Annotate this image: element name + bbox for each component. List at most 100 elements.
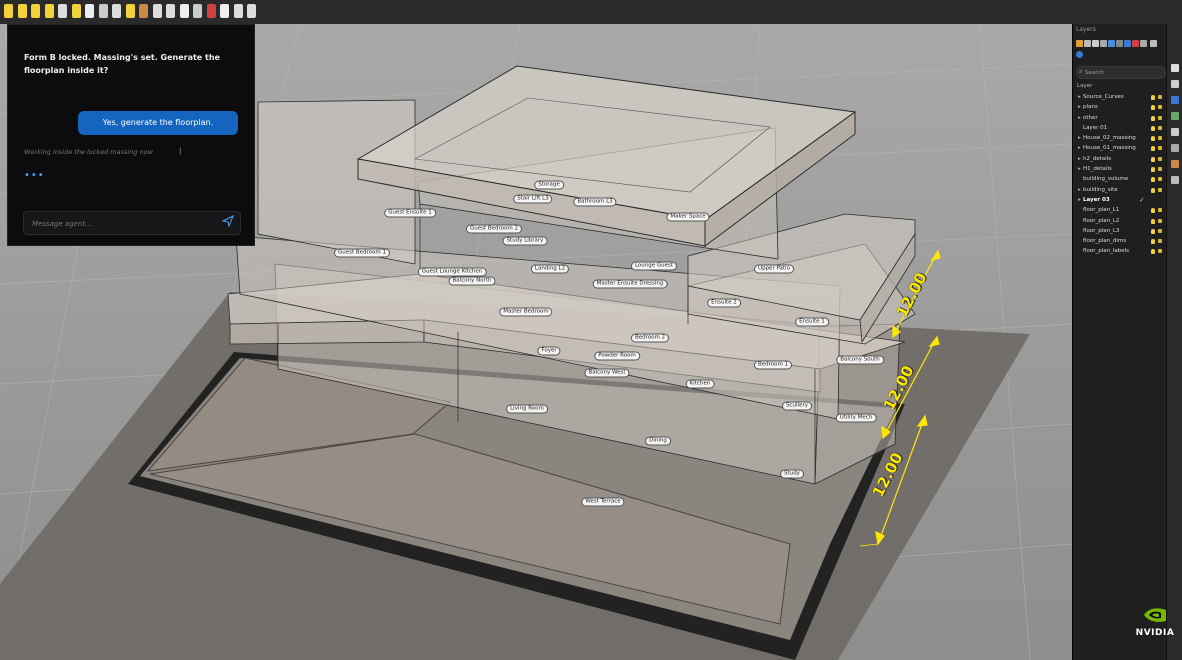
visibility-bulb-icon[interactable]	[1151, 177, 1155, 183]
visibility-bulb-icon[interactable]	[1151, 156, 1155, 162]
toolbar-tool-icon[interactable]	[125, 4, 135, 18]
toolbar-tool-icon[interactable]	[179, 4, 189, 18]
visibility-bulb-icon[interactable]	[1151, 218, 1155, 224]
layer-row[interactable]: building_volume	[1073, 174, 1167, 184]
layer-row[interactable]: ▸ House_02_massing	[1073, 133, 1167, 143]
expand-caret-icon[interactable]: ▸	[1078, 143, 1081, 153]
toolbar-tool-icon[interactable]	[71, 4, 81, 18]
lock-icon[interactable]	[1158, 228, 1162, 233]
delete-layer-icon[interactable]	[1092, 40, 1099, 47]
layer-row[interactable]: ▸ House_01_massing	[1073, 143, 1167, 153]
expand-caret-icon[interactable]: ▸	[1078, 102, 1081, 112]
lock-icon[interactable]	[1158, 187, 1162, 192]
lock-icon[interactable]	[1158, 146, 1162, 151]
side-panel-icon[interactable]	[1171, 176, 1179, 184]
side-panel-icon[interactable]	[1171, 128, 1179, 136]
help-icon[interactable]	[1076, 51, 1083, 58]
toolbar-tool-icon[interactable]	[17, 4, 27, 18]
expand-caret-icon[interactable]: ▸	[1078, 133, 1081, 143]
message-input[interactable]	[30, 212, 214, 236]
layer-row[interactable]: ▸ building_site	[1073, 185, 1167, 195]
visibility-bulb-icon[interactable]	[1151, 115, 1155, 121]
visibility-bulb-icon[interactable]	[1151, 95, 1155, 100]
side-panel-icon[interactable]	[1171, 64, 1179, 72]
layer-row[interactable]: floor_plan_L1	[1073, 205, 1167, 215]
lock-icon[interactable]	[1158, 239, 1162, 244]
room-label: Scullery	[782, 401, 812, 411]
new-sublayer-icon[interactable]	[1084, 40, 1091, 47]
lock-icon[interactable]	[1158, 167, 1162, 172]
layer-row[interactable]: ▸ Source_Curves	[1073, 92, 1167, 102]
lock-icon[interactable]	[1158, 95, 1162, 99]
toolbar-tool-icon[interactable]	[152, 4, 162, 18]
lock-icon[interactable]	[1158, 136, 1162, 141]
layer-row[interactable]: floor_plan_L2	[1073, 216, 1167, 226]
layer-search[interactable]: ⌕	[1076, 66, 1166, 79]
visibility-bulb-icon[interactable]	[1151, 228, 1155, 234]
toolbar-tool-icon[interactable]	[233, 4, 243, 18]
layer-row[interactable]: floor_plan_labels	[1073, 246, 1167, 256]
toolbar-tool-icon[interactable]	[247, 4, 256, 18]
side-panel-icon[interactable]	[1171, 96, 1179, 104]
toolbar-tool-icon[interactable]	[44, 4, 54, 18]
lock-icon[interactable]	[1158, 115, 1162, 120]
visibility-bulb-icon[interactable]	[1151, 187, 1155, 193]
list-icon[interactable]	[1149, 40, 1157, 47]
side-panel-icon[interactable]	[1171, 112, 1179, 120]
lock-icon[interactable]	[1158, 125, 1162, 130]
visibility-bulb-icon[interactable]	[1151, 105, 1155, 111]
toolbar-tool-icon[interactable]	[193, 4, 202, 18]
visibility-bulb-icon[interactable]	[1151, 146, 1155, 152]
toolbar-tool-icon[interactable]	[112, 4, 121, 18]
toolbar-tool-icon[interactable]	[85, 4, 94, 18]
layer-color-icon[interactable]	[1132, 40, 1139, 47]
expand-caret-icon[interactable]: ▸	[1078, 92, 1081, 102]
room-label: Utility Mech	[835, 413, 877, 423]
layer-row[interactable]: Layer 01	[1073, 123, 1167, 133]
expand-caret-icon[interactable]: ▸	[1078, 185, 1081, 195]
toolbar-tool-icon[interactable]	[58, 4, 67, 18]
layer-row[interactable]: ▸ plans	[1073, 102, 1167, 112]
toolbar-tool-icon[interactable]	[166, 4, 175, 18]
lock-icon[interactable]	[1158, 249, 1162, 254]
visibility-bulb-icon[interactable]	[1151, 136, 1155, 142]
filter-icon[interactable]	[1100, 40, 1107, 47]
lock-icon[interactable]	[1158, 208, 1162, 213]
expand-caret-icon[interactable]: ▸	[1078, 113, 1081, 123]
filter-layer-icon[interactable]	[1124, 40, 1131, 47]
expand-caret-icon[interactable]: ▸	[1078, 164, 1081, 174]
toolbar-tool-icon[interactable]	[139, 4, 148, 18]
expand-caret-icon[interactable]: ▸	[1078, 195, 1081, 205]
layer-row[interactable]: ▸ Layer 03 ✓	[1073, 195, 1167, 205]
lock-icon[interactable]	[1158, 156, 1162, 161]
layer-row[interactable]: ▸ H1_details	[1073, 164, 1167, 174]
visibility-bulb-icon[interactable]	[1151, 239, 1155, 245]
new-layer-icon[interactable]	[1076, 40, 1083, 47]
layer-row[interactable]: floor_plan_dims	[1073, 236, 1167, 246]
move-down-icon[interactable]	[1116, 40, 1123, 47]
send-icon[interactable]	[220, 214, 236, 231]
move-up-icon[interactable]	[1108, 40, 1115, 47]
toolbar-tool-icon[interactable]	[220, 4, 229, 18]
layer-row[interactable]: ▸ other	[1073, 113, 1167, 123]
visibility-bulb-icon[interactable]	[1151, 167, 1155, 173]
message-input-bar[interactable]	[23, 211, 241, 236]
expand-caret-icon[interactable]: ▸	[1078, 154, 1081, 164]
lock-icon[interactable]	[1158, 177, 1162, 182]
layer-search-input[interactable]	[1085, 67, 1161, 78]
layer-row[interactable]: floor_plan_L3	[1073, 226, 1167, 236]
toolbar-tool-icon[interactable]	[31, 4, 40, 18]
toolbar-tool-icon[interactable]	[4, 4, 13, 18]
side-panel-icon[interactable]	[1171, 160, 1179, 168]
toolbar-tool-icon[interactable]	[206, 4, 216, 18]
toolbar-tool-icon[interactable]	[98, 4, 108, 18]
side-panel-icon[interactable]	[1171, 80, 1179, 88]
side-panel-icon[interactable]	[1171, 144, 1179, 152]
lock-icon[interactable]	[1158, 105, 1162, 110]
visibility-bulb-icon[interactable]	[1151, 125, 1155, 131]
visibility-bulb-icon[interactable]	[1151, 249, 1155, 255]
visibility-bulb-icon[interactable]	[1151, 208, 1155, 214]
tools-icon[interactable]	[1140, 40, 1147, 47]
layer-row[interactable]: ▸ h2_details	[1073, 154, 1167, 164]
lock-icon[interactable]	[1158, 218, 1162, 223]
